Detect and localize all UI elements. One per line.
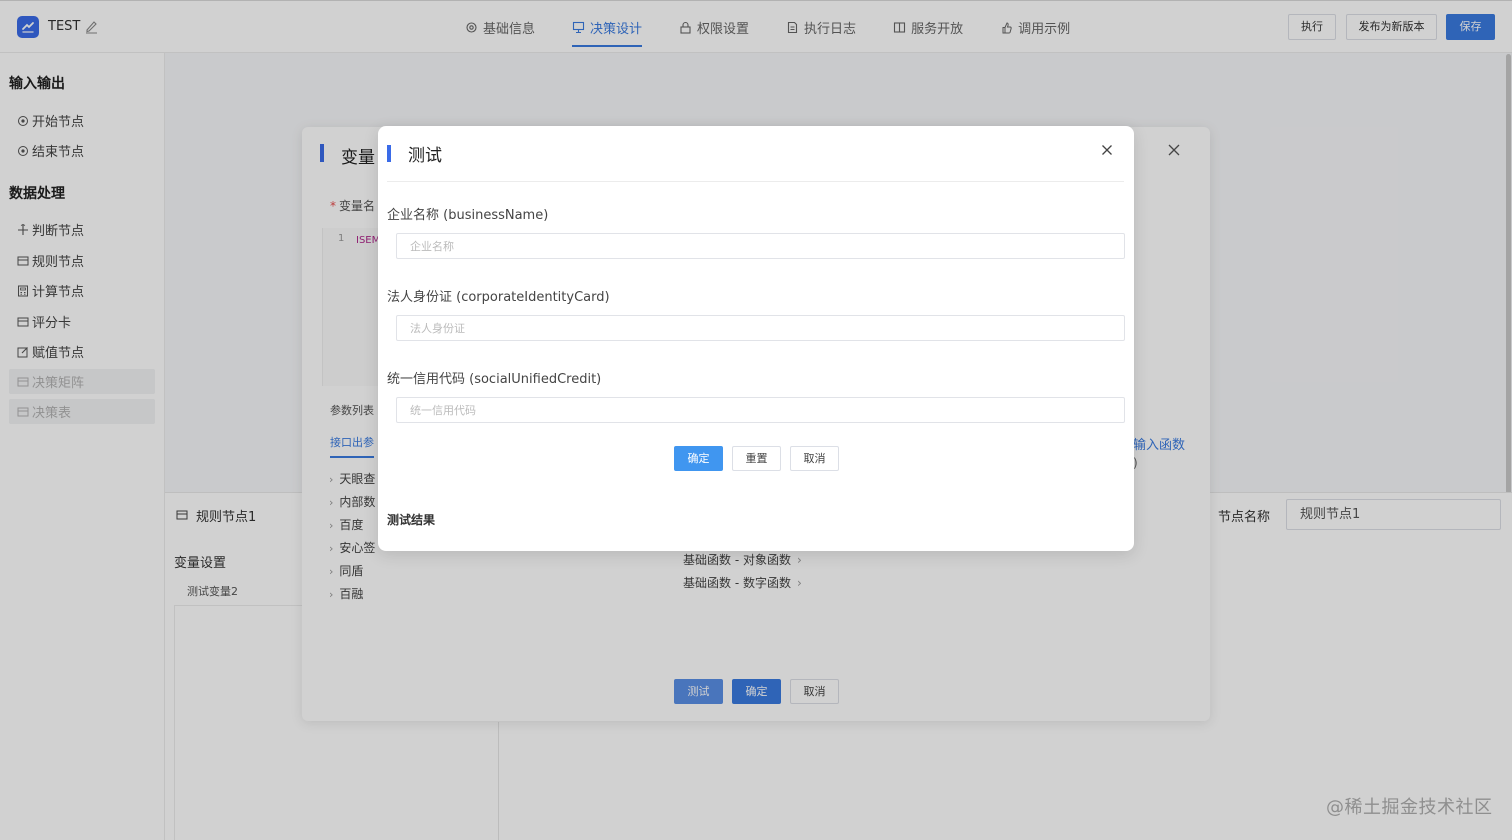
business-name-input[interactable]: [396, 233, 1125, 259]
test-dialog-title: 测试: [408, 146, 442, 166]
credit-code-input[interactable]: [396, 397, 1125, 423]
confirm-button[interactable]: 确定: [674, 446, 723, 471]
test-result-title: 测试结果: [387, 513, 436, 527]
watermark: @稀土掘金技术社区: [1326, 797, 1493, 818]
reset-button[interactable]: 重置: [732, 446, 781, 471]
credit-code-label: 统一信用代码 (socialUnifiedCredit): [387, 372, 602, 387]
business-name-label: 企业名称 (businessName): [387, 208, 549, 223]
cancel-button[interactable]: 取消: [790, 446, 839, 471]
dialog-divider: [387, 181, 1124, 182]
test-dialog: 测试 企业名称 (businessName) 法人身份证 (corporateI…: [378, 126, 1134, 551]
title-accent-bar: [387, 145, 391, 162]
corporate-id-label: 法人身份证 (corporateIdentityCard): [387, 290, 610, 305]
corporate-id-input[interactable]: [396, 315, 1125, 341]
close-icon[interactable]: [1099, 142, 1115, 162]
